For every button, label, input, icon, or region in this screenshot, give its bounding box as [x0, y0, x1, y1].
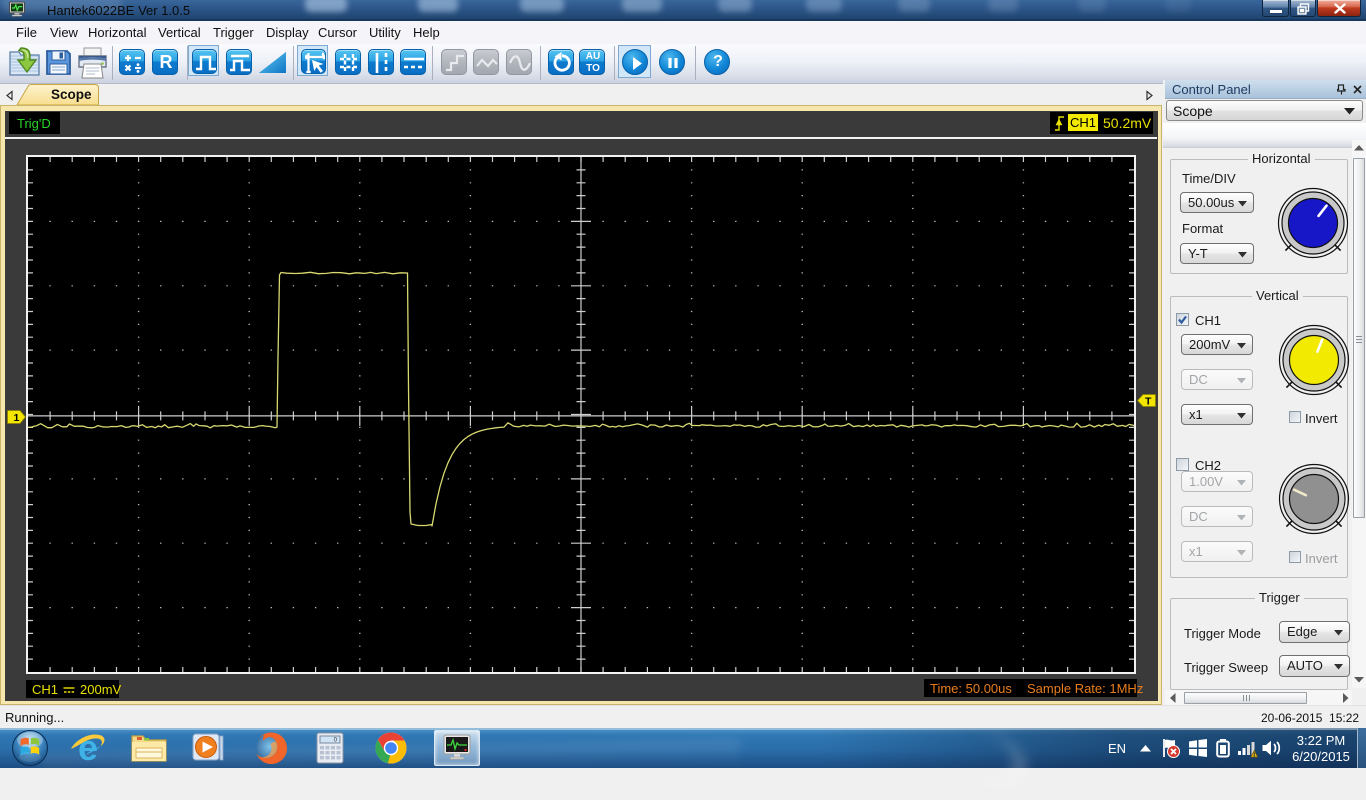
svg-text:T: T	[1145, 395, 1152, 407]
svg-text:1: 1	[14, 412, 20, 424]
